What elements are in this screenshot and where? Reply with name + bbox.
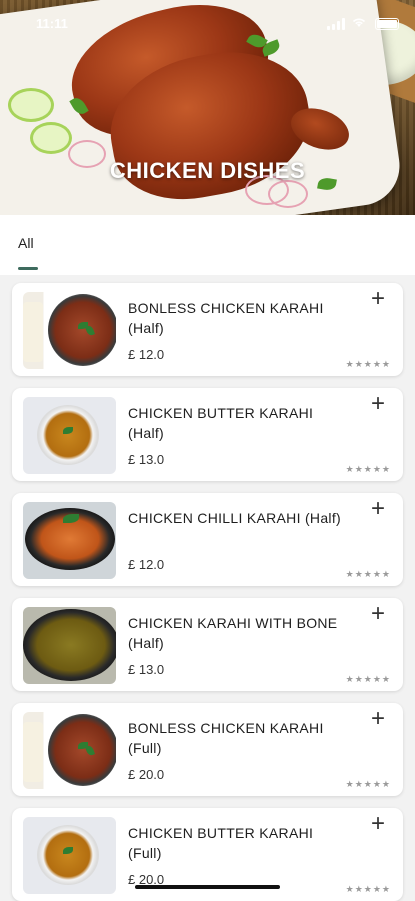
home-indicator[interactable] — [135, 885, 280, 889]
dish-card[interactable]: BONLESS CHICKEN KARAHI (Full) £ 20.0 + ★… — [12, 703, 403, 796]
tab-all[interactable]: All — [18, 235, 34, 251]
battery-icon — [375, 18, 399, 30]
dish-image — [23, 502, 116, 579]
dish-image — [23, 817, 116, 894]
star-rating: ★★★★★ — [345, 359, 391, 369]
tab-active-indicator — [18, 267, 38, 270]
dish-card[interactable]: CHICKEN CHILLI KARAHI (Half) £ 12.0 + ★★… — [12, 493, 403, 586]
wifi-icon — [352, 18, 366, 27]
page-title: CHICKEN DISHES — [109, 158, 306, 183]
dish-image — [23, 292, 116, 369]
dish-image — [23, 607, 116, 684]
dish-price: £ 13.0 — [128, 662, 165, 677]
plus-icon[interactable]: + — [367, 287, 389, 311]
dish-price: £ 20.0 — [128, 767, 165, 782]
dish-image — [23, 712, 116, 789]
plus-icon[interactable]: + — [367, 497, 389, 521]
dish-card[interactable]: CHICKEN KARAHI WITH BONE (Half) £ 13.0 +… — [12, 598, 403, 691]
dish-price: £ 13.0 — [128, 452, 165, 467]
plus-icon[interactable]: + — [367, 602, 389, 626]
dish-name: CHICKEN CHILLI KARAHI (Half) — [128, 510, 341, 526]
dish-name: CHICKEN KARAHI WITH BONE (Half) — [128, 615, 338, 651]
star-rating: ★★★★★ — [345, 884, 391, 894]
star-rating: ★★★★★ — [345, 779, 391, 789]
dish-card[interactable]: BONLESS CHICKEN KARAHI (Half) £ 12.0 + ★… — [12, 283, 403, 376]
dish-card[interactable]: CHICKEN BUTTER KARAHI (Half) £ 13.0 + ★★… — [12, 388, 403, 481]
status-bar: 11:11 — [0, 0, 415, 40]
dish-price: £ 12.0 — [128, 347, 165, 362]
dish-price: £ 12.0 — [128, 557, 165, 572]
dish-image — [23, 397, 116, 474]
star-rating: ★★★★★ — [345, 674, 391, 684]
dish-name: BONLESS CHICKEN KARAHI (Full) — [128, 720, 324, 756]
status-time: 11:11 — [36, 16, 68, 31]
plus-icon[interactable]: + — [367, 707, 389, 731]
star-rating: ★★★★★ — [345, 464, 391, 474]
category-tabs: All — [0, 215, 415, 275]
signal-icon — [327, 18, 345, 30]
hero-banner: CHICKEN DISHES 11:11 — [0, 0, 415, 215]
plus-icon[interactable]: + — [367, 812, 389, 836]
dish-name: CHICKEN BUTTER KARAHI (Half) — [128, 405, 314, 441]
dish-name: CHICKEN BUTTER KARAHI (Full) — [128, 825, 314, 861]
dish-name: BONLESS CHICKEN KARAHI (Half) — [128, 300, 324, 336]
plus-icon[interactable]: + — [367, 392, 389, 416]
star-rating: ★★★★★ — [345, 569, 391, 579]
